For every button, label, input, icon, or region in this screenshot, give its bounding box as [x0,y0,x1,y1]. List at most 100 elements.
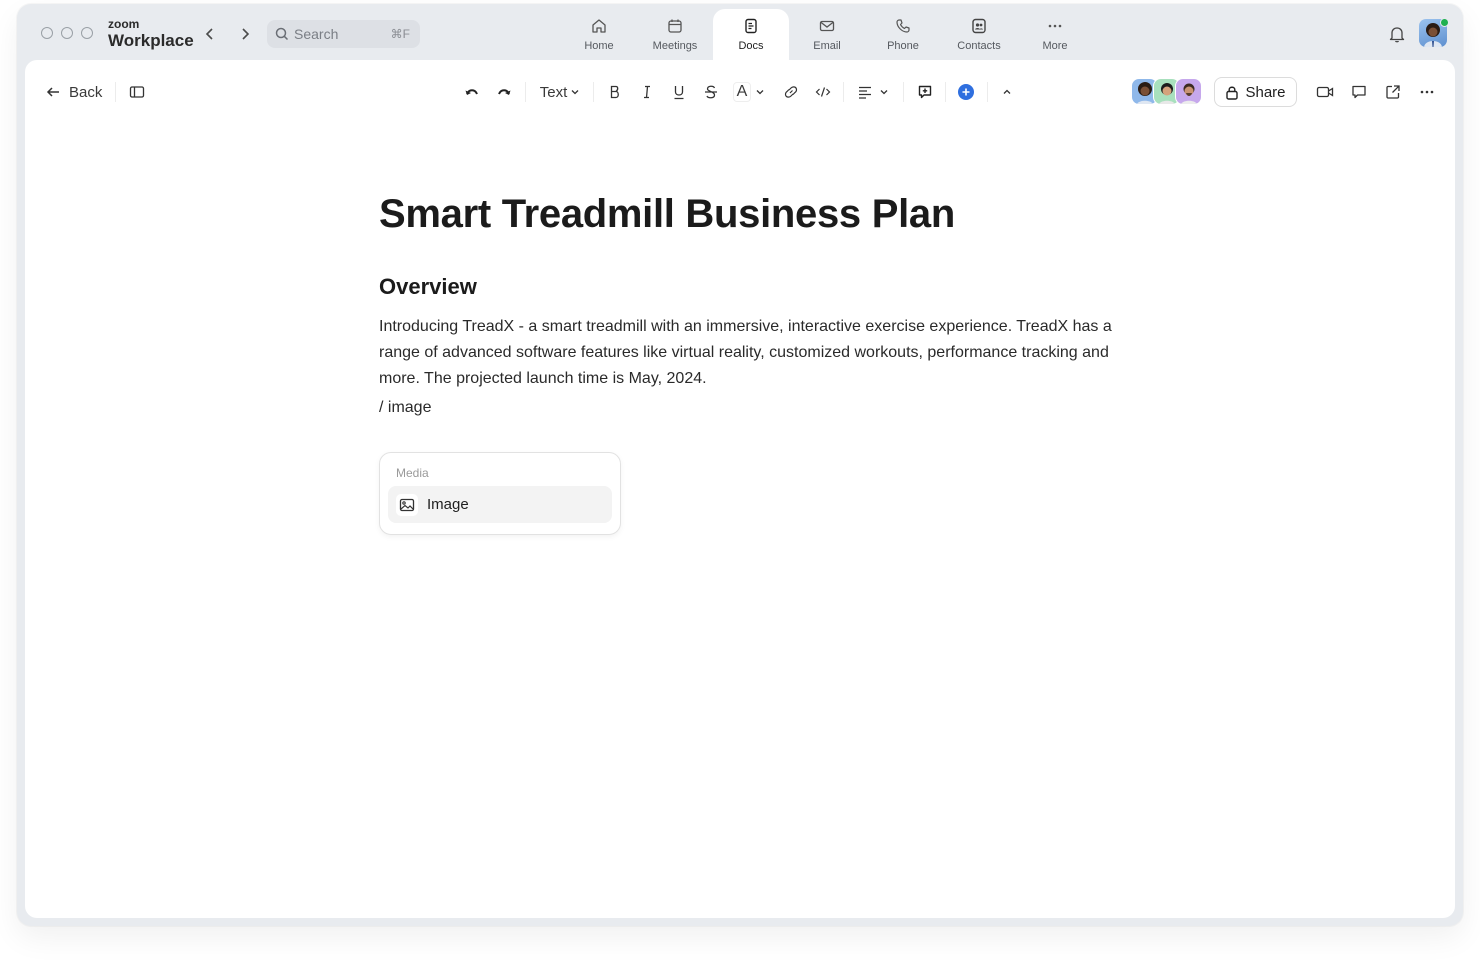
collaborator-avatar[interactable] [1175,78,1202,105]
menu-section-label: Media [396,466,429,480]
phone-icon [896,19,910,33]
tab-home[interactable]: Home [561,9,637,60]
start-meeting-button[interactable] [1313,74,1337,110]
more-options-button[interactable] [1415,74,1439,110]
home-icon [592,19,606,33]
toolbar-divider [903,82,904,102]
share-label: Share [1245,83,1286,101]
font-color-dropdown[interactable]: A [729,74,769,110]
tab-label: Meetings [652,40,698,52]
chevron-down-icon [880,90,888,95]
slash-command-input[interactable]: / image [379,398,1119,418]
bold-icon [610,85,619,99]
link-button[interactable] [779,74,803,110]
document-body[interactable]: Smart Treadmill Business Plan Overview I… [379,190,1119,418]
document-area: Back Text A Share Smart Treadmill Busine… [25,60,1455,918]
font-color-label: A [732,82,752,102]
link-icon [784,86,798,98]
editor-toolbar: Back Text A Share [25,74,1455,110]
underline-icon [674,86,684,100]
section-heading[interactable]: Overview [379,274,1119,300]
tab-phone[interactable]: Phone [865,9,941,60]
code-icon [815,87,831,97]
tab-label: Email [813,40,841,52]
toolbar-divider [987,82,988,102]
toolbar-divider [593,82,594,102]
chevron-up-icon [1003,89,1011,94]
tab-contacts[interactable]: Contacts [941,9,1017,60]
tab-docs[interactable]: Docs [713,9,789,60]
strikethrough-button[interactable] [699,74,723,110]
logo-workplace: Workplace [108,31,194,50]
chevron-down-icon [571,90,579,95]
menu-item-image[interactable]: Image [388,486,612,523]
tab-meetings[interactable]: Meetings [637,9,713,60]
sidebar-panel-icon [129,86,145,98]
toolbar-divider [843,82,844,102]
search-icon [275,27,289,41]
open-external-button[interactable] [1381,74,1405,110]
plus-circle-icon [958,84,974,100]
back-label: Back [69,83,103,101]
image-icon [396,493,418,516]
bold-button[interactable] [603,74,627,110]
back-button[interactable]: Back [45,74,102,110]
italic-icon [644,85,650,99]
chat-bubble-icon [1352,85,1366,99]
overview-paragraph[interactable]: Introducing TreadX - a smart treadmill w… [379,314,1119,392]
undo-icon [465,89,478,95]
contacts-icon [972,18,986,34]
code-button[interactable] [811,74,835,110]
main-nav-tabs: Home Meetings Docs Email Phone Contacts [561,9,1093,60]
logo-zoom: zoom [108,17,140,31]
chevron-left-icon [205,28,213,40]
text-style-dropdown[interactable]: Text [535,74,585,110]
tab-label: Phone [887,40,919,52]
arrow-left-icon [46,87,59,97]
strikethrough-icon [705,85,717,99]
italic-button[interactable] [635,74,659,110]
share-button[interactable]: Share [1214,77,1297,107]
comments-button[interactable] [1347,74,1371,110]
calendar-icon [668,19,682,33]
nav-forward-button[interactable] [234,23,256,45]
external-link-icon [1386,85,1400,99]
tab-label: Docs [738,40,764,52]
nav-back-button[interactable] [199,23,221,45]
comment-add-icon [918,85,932,99]
menu-item-label: Image [427,496,469,513]
more-horizontal-icon [1420,90,1434,94]
redo-button[interactable] [491,74,517,110]
maximize-window-button[interactable] [81,27,93,39]
add-comment-button[interactable] [913,74,937,110]
undo-button[interactable] [459,74,485,110]
online-status-indicator [1440,18,1449,27]
close-window-button[interactable] [41,27,53,39]
text-style-value: Text [539,83,568,101]
align-dropdown[interactable] [853,74,893,110]
mail-icon [819,20,835,32]
person-avatar-icon [1180,83,1198,104]
app-logo: zoom Workplace [108,18,194,49]
search-placeholder: Search [294,26,339,42]
align-left-icon [859,86,871,99]
tab-more[interactable]: More [1017,9,1093,60]
slash-command-menu: Media Image [379,452,621,535]
notifications-bell-icon[interactable] [1387,24,1407,44]
search-input[interactable]: Search ⌘F [267,20,420,48]
toggle-sidebar-button[interactable] [125,74,149,110]
tab-email[interactable]: Email [789,9,865,60]
insert-button[interactable] [954,74,978,110]
chevron-down-icon [756,90,764,95]
underline-button[interactable] [667,74,691,110]
minimize-window-button[interactable] [61,27,73,39]
tab-label: Home [584,40,614,52]
document-title[interactable]: Smart Treadmill Business Plan [379,190,1119,238]
tab-label: Contacts [957,40,1001,52]
chevron-right-icon [242,28,250,40]
redo-icon [498,89,511,95]
collapse-toolbar-button[interactable] [995,74,1019,110]
search-shortcut: ⌘F [390,27,410,41]
app-window: zoom Workplace Search ⌘F Home Meetings D… [17,4,1463,926]
tab-label: More [1042,40,1068,52]
